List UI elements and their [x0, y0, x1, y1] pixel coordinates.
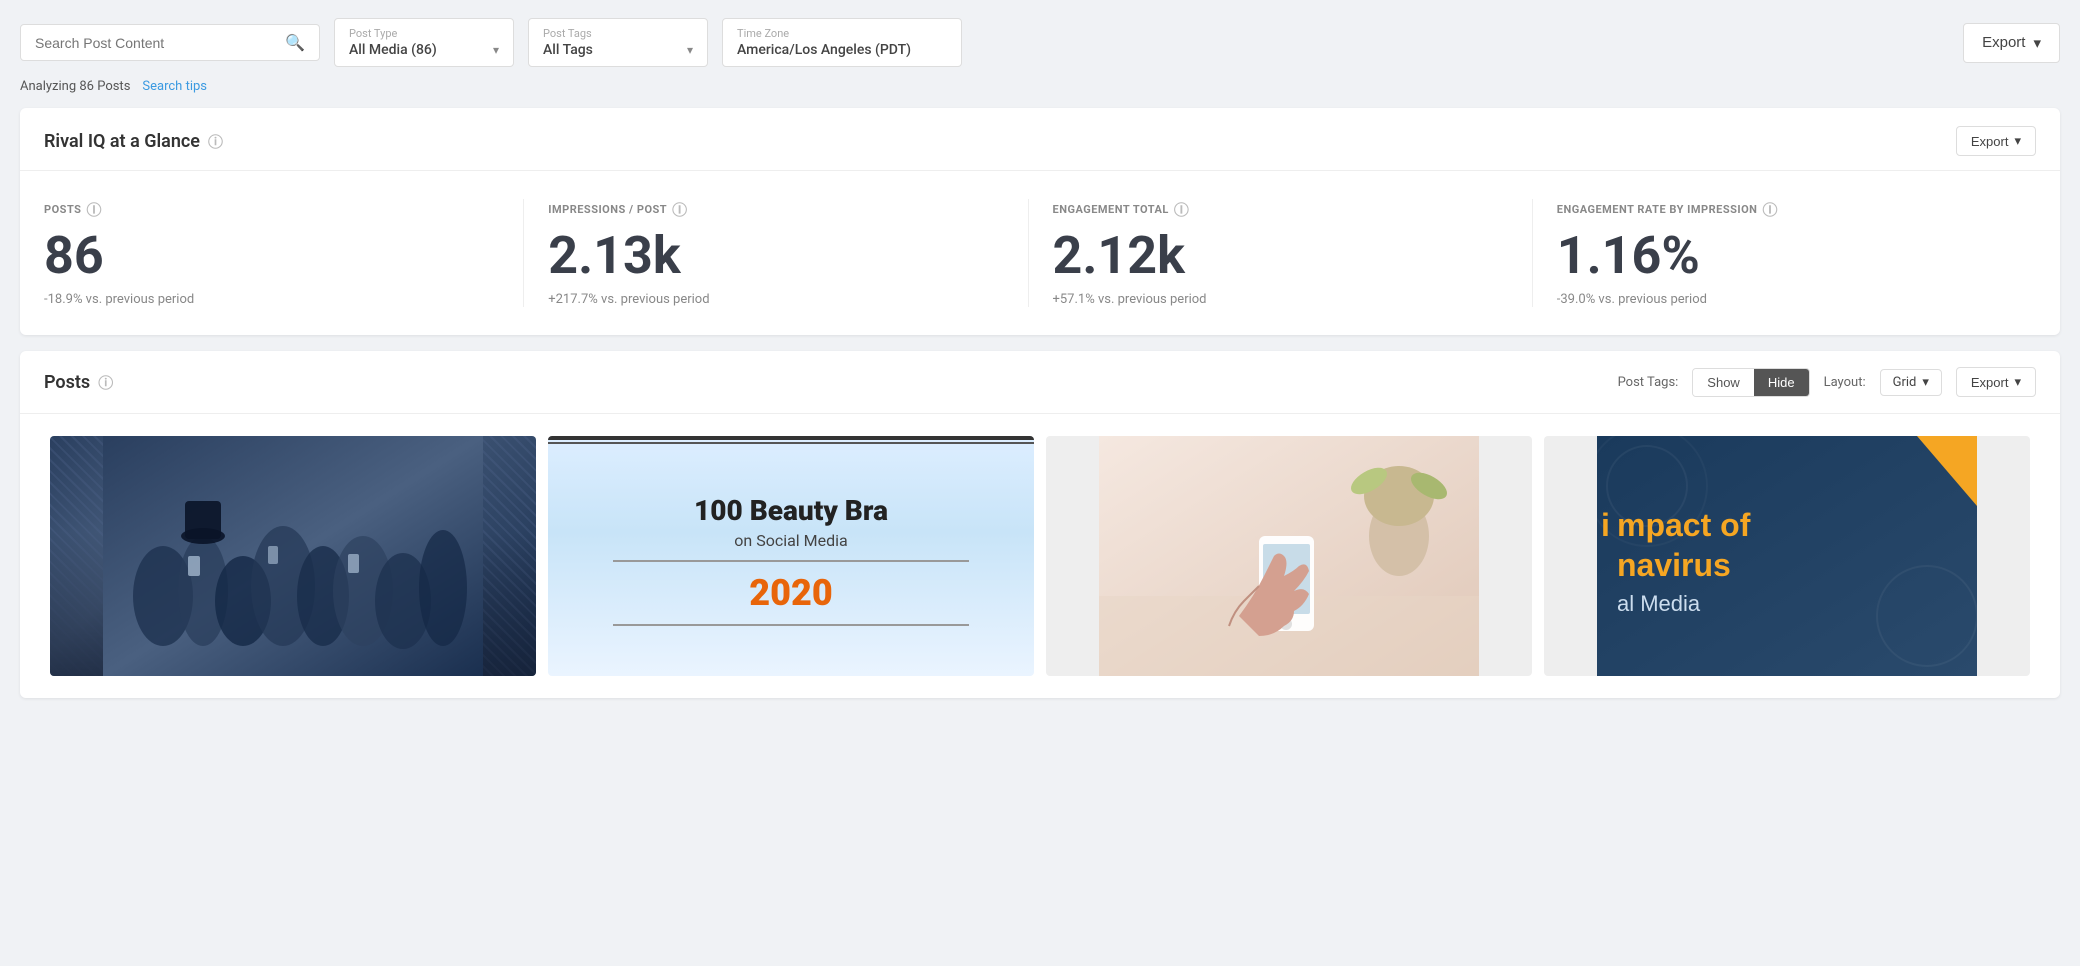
metric-posts-change: -18.9% vs. previous period [44, 292, 499, 307]
post-image-1 [50, 436, 536, 676]
post-type-label: Post Type [349, 27, 499, 40]
metric-posts-label: POSTS ⓘ [44, 199, 499, 220]
search-box[interactable]: 🔍 [20, 24, 320, 61]
sub-toolbar: Analyzing 86 Posts Search tips [0, 75, 2080, 108]
post-grid: 100 Beauty Bra on Social Media 2020 [20, 414, 2060, 698]
search-icon: 🔍 [285, 33, 305, 52]
posts-export-button[interactable]: Export ▾ [1956, 367, 2036, 397]
glance-card-header: Rival IQ at a Glance ⓘ Export ▾ [20, 108, 2060, 171]
post-tags-dropdown[interactable]: Post Tags All Tags ▾ [528, 18, 708, 67]
metric-impressions-value: 2.13k [548, 230, 1003, 282]
analyzing-text: Analyzing 86 Posts [20, 79, 130, 94]
post-type-value: All Media (86) [349, 42, 437, 58]
post-card-2[interactable]: 100 Beauty Bra on Social Media 2020 [548, 436, 1034, 676]
svg-text:i: i [1601, 507, 1610, 543]
beauty-title: 100 Beauty Bra [694, 496, 888, 527]
metric-engagement-rate: ENGAGEMENT RATE BY IMPRESSION ⓘ 1.16% -3… [1557, 199, 2036, 307]
metric-impressions-change: +217.7% vs. previous period [548, 292, 1003, 307]
info-icon[interactable]: ⓘ [86, 199, 102, 220]
covid-svg: mpact of navirus al Media i [1544, 436, 2030, 676]
posts-card-header: Posts ⓘ Post Tags: Show Hide Layout: Gri… [20, 351, 2060, 414]
chevron-down-icon: ▾ [1922, 375, 1929, 390]
info-icon[interactable]: ⓘ [98, 372, 113, 393]
post-card-1[interactable] [50, 436, 536, 676]
glance-card: Rival IQ at a Glance ⓘ Export ▾ POSTS ⓘ … [20, 108, 2060, 335]
search-input[interactable] [35, 35, 277, 51]
post-image-3 [1046, 436, 1532, 676]
post-tags-label: Post Tags: [1618, 375, 1679, 390]
metric-impressions: IMPRESSIONS / POST ⓘ 2.13k +217.7% vs. p… [548, 199, 1028, 307]
layout-dropdown[interactable]: Grid ▾ [1880, 369, 1942, 396]
post-image-4: mpact of navirus al Media i [1544, 436, 2030, 676]
info-icon[interactable]: ⓘ [672, 199, 688, 220]
layout-label: Layout: [1824, 375, 1866, 390]
svg-text:navirus: navirus [1617, 547, 1731, 583]
export-button[interactable]: Export ▾ [1963, 23, 2060, 63]
glance-card-title: Rival IQ at a Glance ⓘ [44, 131, 223, 152]
metric-engagement-rate-value: 1.16% [1557, 230, 2012, 282]
metric-engagement-rate-label: ENGAGEMENT RATE BY IMPRESSION ⓘ [1557, 199, 2012, 220]
posts-controls: Post Tags: Show Hide Layout: Grid ▾ Expo… [1618, 367, 2036, 397]
beauty-year: 2020 [749, 572, 832, 614]
posts-card: Posts ⓘ Post Tags: Show Hide Layout: Gri… [20, 351, 2060, 698]
glance-export-button[interactable]: Export ▾ [1956, 126, 2036, 156]
export-label: Export [1971, 375, 2009, 390]
svg-text:al Media: al Media [1617, 591, 1701, 616]
chevron-down-icon: ▾ [493, 43, 499, 57]
svg-text:mpact of: mpact of [1617, 507, 1751, 543]
chevron-down-icon: ▾ [2014, 374, 2021, 390]
beauty-subtitle: on Social Media [734, 531, 847, 550]
metric-posts-value: 86 [44, 230, 499, 282]
metric-engagement-total-change: +57.1% vs. previous period [1053, 292, 1508, 307]
metrics-row: POSTS ⓘ 86 -18.9% vs. previous period IM… [20, 171, 2060, 335]
post-tags-value: All Tags [543, 42, 593, 58]
hide-toggle-button[interactable]: Hide [1754, 369, 1809, 396]
info-icon[interactable]: ⓘ [1174, 199, 1190, 220]
metric-engagement-total: ENGAGEMENT TOTAL ⓘ 2.12k +57.1% vs. prev… [1053, 199, 1533, 307]
info-icon[interactable]: ⓘ [1762, 199, 1778, 220]
metric-engagement-rate-change: -39.0% vs. previous period [1557, 292, 2012, 307]
chevron-down-icon: ▾ [687, 43, 693, 57]
toolbar: 🔍 Post Type All Media (86) ▾ Post Tags A… [0, 0, 2080, 75]
metric-engagement-total-label: ENGAGEMENT TOTAL ⓘ [1053, 199, 1508, 220]
post-tags-toggle: Show Hide [1692, 368, 1809, 397]
export-label: Export [1971, 134, 2009, 149]
posts-card-title: Posts ⓘ [44, 372, 113, 393]
metric-posts: POSTS ⓘ 86 -18.9% vs. previous period [44, 199, 524, 307]
info-icon[interactable]: ⓘ [208, 131, 223, 152]
export-label: Export [1982, 34, 2025, 51]
post-tags-label: Post Tags [543, 27, 693, 40]
timezone-value: America/Los Angeles (PDT) [737, 42, 911, 58]
phone-hands-svg [1046, 436, 1532, 676]
search-tips-link[interactable]: Search tips [142, 79, 207, 94]
metric-impressions-label: IMPRESSIONS / POST ⓘ [548, 199, 1003, 220]
timezone-label: Time Zone [737, 27, 947, 40]
layout-value: Grid [1893, 375, 1917, 390]
post-image-2: 100 Beauty Bra on Social Media 2020 [548, 436, 1034, 676]
chevron-down-icon: ▾ [2033, 34, 2041, 52]
post-card-4[interactable]: mpact of navirus al Media i [1544, 436, 2030, 676]
post-card-3[interactable] [1046, 436, 1532, 676]
crowd-svg [50, 436, 536, 676]
timezone-dropdown[interactable]: Time Zone America/Los Angeles (PDT) [722, 18, 962, 67]
show-toggle-button[interactable]: Show [1693, 369, 1754, 396]
post-type-dropdown[interactable]: Post Type All Media (86) ▾ [334, 18, 514, 67]
metric-engagement-total-value: 2.12k [1053, 230, 1508, 282]
chevron-down-icon: ▾ [2014, 133, 2021, 149]
